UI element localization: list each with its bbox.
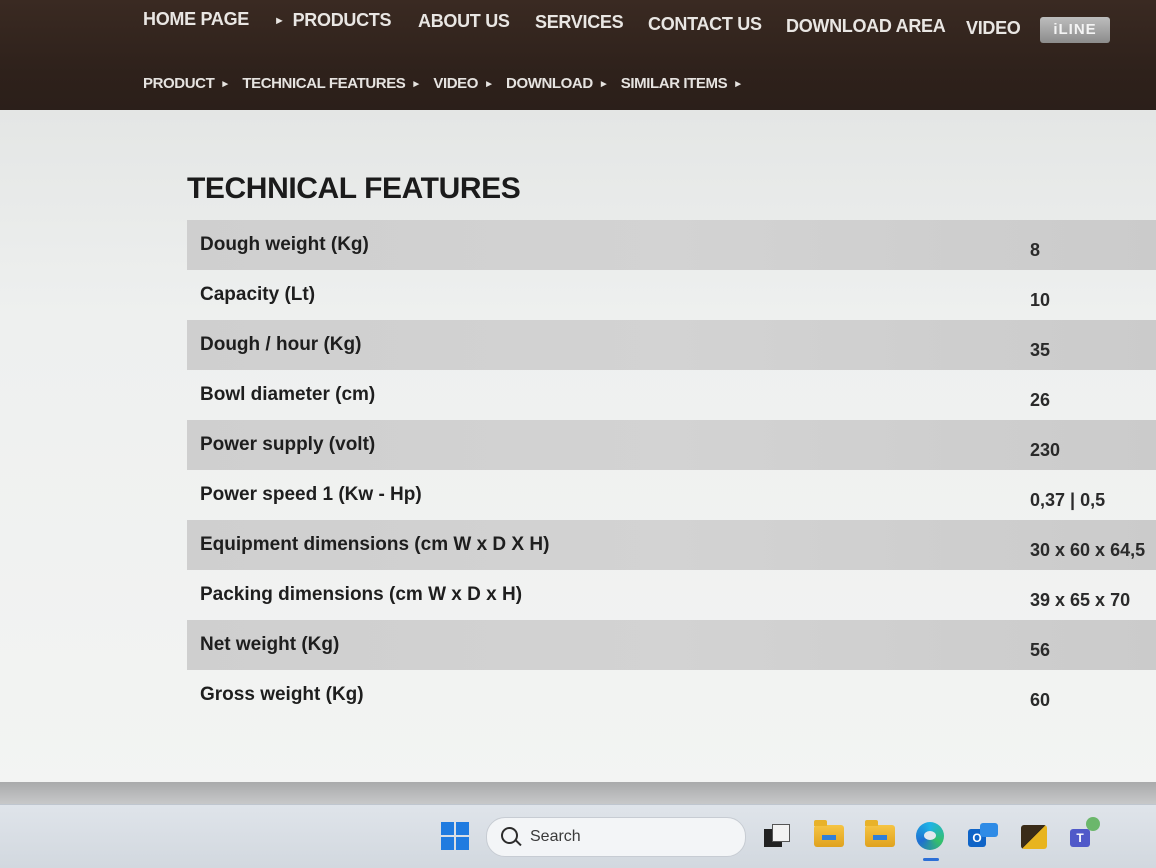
nav-about-label: ABOUT US	[418, 11, 510, 31]
subnav-similar-items[interactable]: SIMILAR ITEMS ►	[621, 75, 743, 92]
sticky-app-icon[interactable]	[1020, 821, 1050, 851]
subnav-arrow-icon: ►	[733, 79, 743, 90]
nav-arrow-icon: ►	[274, 15, 285, 27]
subnav-technical-features[interactable]: TECHNICAL FEATURES ►	[242, 75, 421, 92]
table-row: Packing dimensions (cm W x D x H) 39 x 65…	[187, 570, 1156, 620]
windows-taskbar: Search O T	[0, 804, 1156, 868]
nav-video-label: VIDEO	[966, 18, 1021, 38]
feature-value: 10	[1030, 290, 1051, 310]
file-explorer-icon[interactable]	[814, 820, 844, 847]
feature-value: 39 x 65 x 70	[1030, 590, 1131, 610]
nav-services[interactable]: SERVICES	[535, 12, 624, 33]
subnav-arrow-icon: ►	[484, 79, 494, 90]
subnav-product[interactable]: PRODUCT ►	[143, 75, 230, 92]
search-label: Search	[530, 828, 581, 845]
technical-features-table: Dough weight (Kg) 8 Capacity (Lt) 10 Dough…	[187, 220, 1156, 720]
table-row: Power supply (volt) 230	[187, 420, 1156, 470]
teams-icon[interactable]: T	[1070, 817, 1100, 851]
feature-label: Gross weight (Kg)	[200, 684, 364, 705]
table-row: Bowl diameter (cm) 26	[187, 370, 1156, 420]
subnav-label: SIMILAR ITEMS	[620, 75, 728, 92]
subnav-label: VIDEO	[433, 75, 479, 92]
feature-label: Capacity (Lt)	[200, 284, 316, 305]
subnav-video[interactable]: VIDEO ►	[433, 75, 494, 92]
table-row: Dough weight (Kg) 8	[187, 220, 1156, 270]
table-row: Dough / hour (Kg) 35	[187, 320, 1156, 370]
nav-services-label: SERVICES	[535, 12, 624, 32]
site-header: HOME PAGE ► PRODUCTS ABOUT US SERVICES CO…	[0, 0, 1156, 122]
nav-download-label: DOWNLOAD AREA	[786, 16, 946, 36]
windows-start-icon[interactable]	[440, 821, 470, 851]
feature-value: 60	[1030, 690, 1051, 710]
subnav-arrow-icon: ►	[598, 79, 609, 90]
nav-home-label: HOME PAGE	[143, 9, 249, 29]
feature-label: Dough weight (Kg)	[200, 234, 369, 255]
nav-video[interactable]: VIDEO	[966, 18, 1021, 39]
feature-value: 0,37 | 0,5	[1030, 490, 1106, 510]
nav-contact-label: CONTACT US	[648, 14, 762, 34]
subnav-label: DOWNLOAD	[506, 75, 593, 92]
feature-value: 35	[1030, 340, 1051, 360]
nav-home[interactable]: HOME PAGE	[143, 9, 249, 30]
subnav-arrow-icon: ►	[411, 79, 421, 90]
iline-logo-text: iLINE	[1053, 21, 1097, 38]
table-row: Gross weight (Kg) 60	[187, 670, 1156, 720]
table-row: Power speed 1 (Kw - Hp) 0,37 | 0,5	[187, 470, 1156, 520]
subnav-arrow-icon: ►	[220, 79, 230, 90]
subnav-label: TECHNICAL FEATURES	[242, 75, 406, 92]
feature-label: Packing dimensions (cm W x D x H)	[200, 584, 523, 605]
feature-value: 26	[1030, 390, 1051, 410]
table-row: Net weight (Kg) 56	[187, 620, 1156, 670]
subnav-download[interactable]: DOWNLOAD ►	[506, 75, 609, 92]
nav-products-label: PRODUCTS	[292, 10, 392, 30]
sub-navigation: PRODUCT ► TECHNICAL FEATURES ► VIDEO ► DOWN…	[143, 75, 751, 99]
feature-label: Power speed 1 (Kw - Hp)	[200, 484, 422, 505]
page-title: TECHNICAL FEATURES	[187, 172, 521, 205]
feature-label: Net weight (Kg)	[200, 634, 340, 655]
feature-value: 8	[1030, 240, 1041, 260]
edge-browser-icon[interactable]	[915, 821, 945, 861]
feature-label: Bowl diameter (cm)	[200, 384, 376, 405]
main-content: TECHNICAL FEATURES Dough weight (Kg) 8 Ca…	[0, 110, 1156, 800]
table-row: Equipment dimensions (cm W x D X H) 30 x …	[187, 520, 1156, 570]
subnav-label: PRODUCT	[143, 75, 215, 92]
folder-icon[interactable]	[865, 820, 895, 847]
feature-label: Power supply (volt)	[200, 434, 376, 455]
main-navigation: HOME PAGE ► PRODUCTS ABOUT US SERVICES CO…	[0, 0, 1156, 50]
feature-value: 30 x 60 x 64,5	[1030, 540, 1146, 560]
active-indicator	[923, 858, 939, 861]
table-row: Capacity (Lt) 10	[187, 270, 1156, 320]
nav-contact[interactable]: CONTACT US	[648, 14, 762, 35]
iline-logo[interactable]: iLINE	[1040, 17, 1110, 43]
taskbar-search-box[interactable]: Search	[486, 817, 746, 857]
feature-value: 56	[1030, 640, 1051, 660]
feature-value: 230	[1030, 440, 1061, 460]
feature-label: Equipment dimensions (cm W x D X H)	[200, 534, 550, 555]
task-view-icon[interactable]	[762, 821, 792, 851]
nav-products[interactable]: ► PRODUCTS	[274, 10, 392, 31]
feature-label: Dough / hour (Kg)	[200, 334, 362, 355]
nav-about[interactable]: ABOUT US	[418, 11, 510, 32]
screen-bezel-shadow	[0, 782, 1156, 804]
outlook-icon[interactable]: O	[968, 821, 998, 851]
nav-download-area[interactable]: DOWNLOAD AREA	[786, 16, 946, 37]
search-icon	[501, 827, 518, 844]
